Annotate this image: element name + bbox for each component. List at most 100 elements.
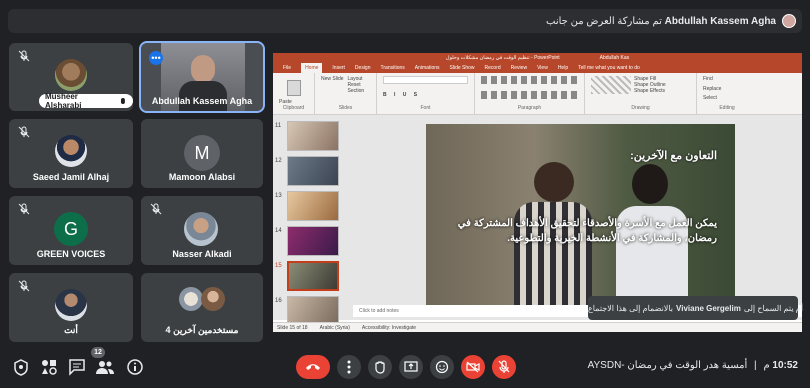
font-format-buttons[interactable]: B I U S <box>383 92 468 98</box>
avatar-initial: G <box>54 212 88 246</box>
more-options-icon[interactable]: ••• <box>149 51 163 65</box>
shapes-gallery[interactable] <box>591 76 631 94</box>
current-slide[interactable]: التعاون مع الآخرين: يمكن العمل مع الأسرة… <box>426 124 735 306</box>
tab-design[interactable]: Design <box>355 65 371 71</box>
tab-slide-show[interactable]: Slide Show <box>450 65 475 71</box>
separator: | <box>754 360 757 371</box>
banner-caption: تم مشاركة العرض من جانب <box>546 15 662 27</box>
presenter-name: Abdullah Kassem Agha <box>664 15 776 27</box>
more-options-button[interactable] <box>337 355 361 379</box>
present-screen-icon <box>404 361 418 372</box>
slide-thumbnail-11[interactable] <box>287 121 339 151</box>
people-icon[interactable] <box>94 356 116 378</box>
banner-text: Abdullah Kassem Agha تم مشاركة العرض من … <box>546 16 776 27</box>
mic-off-icon <box>18 126 30 138</box>
ribbon-group-font: B I U S Font <box>377 73 475 114</box>
tell-me-search[interactable]: Tell me what you want to do <box>578 65 640 71</box>
avatar-photo <box>184 212 218 246</box>
participant-tile-others[interactable]: 4 مستخدمين آخرين <box>141 273 263 342</box>
tab-help[interactable]: Help <box>558 65 568 71</box>
more-vert-icon <box>347 360 351 374</box>
shape-effects-button[interactable]: Shape Effects <box>634 88 666 94</box>
toast-name: Viviane Gergelim <box>676 303 741 313</box>
activities-icon[interactable] <box>38 356 60 378</box>
participant-tile-saeed[interactable]: Saeed Jamil Alhaj <box>9 119 133 188</box>
hand-icon <box>375 361 385 374</box>
slide-counter: Slide 15 of 18 <box>277 324 308 331</box>
name-tag: Musheer Alsharabi <box>39 92 133 110</box>
ribbon-group-paragraph: Paragraph <box>475 73 585 114</box>
slide-number: 16 <box>275 298 282 304</box>
meeting-info: 10:52 م | أمسية هدر الوقت في رمضان -AYSD… <box>588 360 798 371</box>
info-icon[interactable] <box>124 356 146 378</box>
avatar-photo <box>179 287 203 311</box>
host-controls-icon[interactable] <box>10 356 32 378</box>
tab-view[interactable]: View <box>537 65 548 71</box>
avatar-photo <box>55 289 87 321</box>
mic-off-icon <box>18 50 30 62</box>
align-buttons[interactable] <box>481 90 578 99</box>
paragraph-buttons[interactable] <box>481 76 578 84</box>
slide-number: 12 <box>275 158 282 164</box>
slide-thumbnail-15[interactable] <box>287 261 339 291</box>
group-label: Editing <box>719 104 735 111</box>
meeting-ampm: م <box>763 360 770 371</box>
slide-body: يمكن العمل مع الأسرة والأصدقاء لتحقيق ال… <box>457 218 717 244</box>
slide-thumbnails: 11 12 13 14 15 16 <box>273 115 353 326</box>
tab-insert[interactable]: Insert <box>332 65 345 71</box>
avatar-photo <box>201 287 225 311</box>
present-now-button[interactable] <box>399 355 423 379</box>
font-name-box[interactable] <box>383 76 468 84</box>
ppt-title: تنظيم الوقت في رمضان مشكلات وحلول - Powe… <box>445 55 560 61</box>
participant-tile-you[interactable]: أنت <box>9 273 133 342</box>
participant-name: Mamoon Alabsi <box>168 172 236 182</box>
participant-name: Saeed Jamil Alhaj <box>32 172 110 182</box>
paste-icon[interactable] <box>286 79 301 96</box>
find-button[interactable]: Find <box>703 76 751 82</box>
new-slide-button[interactable]: New Slide <box>321 76 344 94</box>
slide-thumbnail-13[interactable] <box>287 191 339 221</box>
drawing-tools: Shape Fill Shape Outline Shape Effects <box>591 76 690 94</box>
tab-review[interactable]: Review <box>511 65 527 71</box>
mic-toggle-button[interactable] <box>492 355 516 379</box>
participant-tile-green-voices[interactable]: G GREEN VOICES <box>9 196 133 265</box>
leave-call-button[interactable] <box>296 355 330 379</box>
chat-icon[interactable] <box>66 356 88 378</box>
select-button[interactable]: Select <box>703 95 751 101</box>
phone-hangup-icon <box>306 364 320 370</box>
participant-tile-abdullah[interactable]: ••• Abdullah Kassem Agha <box>139 41 265 113</box>
tab-file[interactable]: File <box>283 65 291 71</box>
accessibility-status[interactable]: Accessibility: Investigate <box>362 325 416 331</box>
slide-number: 11 <box>275 123 282 129</box>
language-status: Arabic (Syria) <box>319 324 350 331</box>
avatar-initial: M <box>184 135 220 171</box>
raise-hand-button[interactable] <box>368 355 392 379</box>
mic-off-icon <box>18 203 30 215</box>
tab-record[interactable]: Record <box>485 65 501 71</box>
participant-tile-nasser[interactable]: Nasser Alkadi <box>141 196 263 265</box>
ppt-statusbar: Slide 15 of 18 Arabic (Syria) Accessibil… <box>273 322 802 332</box>
participant-name: أنت <box>64 325 78 335</box>
join-request-toast[interactable]: أم يتم السماح إلى Viviane Gergelim بالانضم… <box>588 296 803 320</box>
mic-off-icon <box>498 360 510 373</box>
section-button[interactable]: Section <box>348 88 365 94</box>
tab-animations[interactable]: Animations <box>415 65 440 71</box>
slide-number: 14 <box>275 228 282 234</box>
tab-transitions[interactable]: Transitions <box>381 65 405 71</box>
mic-off-icon <box>150 203 162 215</box>
toast-prefix: أم يتم السماح إلى <box>743 303 803 313</box>
slide-canvas: التعاون مع الآخرين: يمكن العمل مع الأسرة… <box>353 115 802 320</box>
reactions-button[interactable] <box>430 355 454 379</box>
participant-tile-mamoon[interactable]: M Mamoon Alabsi <box>141 119 263 188</box>
participant-tile-musheer[interactable]: Musheer Alsharabi <box>9 43 133 111</box>
slide-thumbnail-14[interactable] <box>287 226 339 256</box>
tab-home[interactable]: Home <box>301 63 323 73</box>
participant-name: 4 مستخدمين آخرين <box>165 325 239 335</box>
slide-thumbnail-12[interactable] <box>287 156 339 186</box>
camera-toggle-button[interactable] <box>461 355 485 379</box>
avatar-photo <box>55 59 87 91</box>
presenter-avatar <box>782 14 796 28</box>
replace-button[interactable]: Replace <box>703 86 751 92</box>
presenting-banner: Abdullah Kassem Agha تم مشاركة العرض من … <box>8 9 802 33</box>
participant-name: GREEN VOICES <box>36 249 106 259</box>
